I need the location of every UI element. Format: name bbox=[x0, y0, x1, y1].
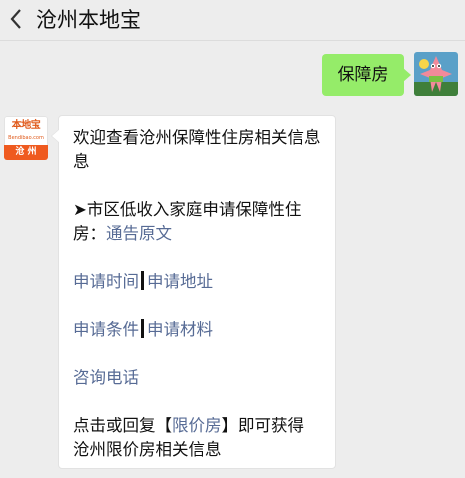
apply-address-link[interactable]: 申请地址 bbox=[147, 272, 213, 291]
avatar-url-text: Bendibao.com bbox=[8, 135, 44, 141]
chevron-left-icon bbox=[10, 9, 21, 29]
chat-title: 沧州本地宝 bbox=[36, 8, 141, 32]
bendibao-avatar[interactable]: 本地宝 Bendibao.com 沧 州 bbox=[4, 116, 48, 160]
welcome-text: 欢迎查看沧州保障性住房相关信息 bbox=[73, 128, 321, 147]
limited-price-housing-link[interactable]: 限价房 bbox=[172, 416, 222, 435]
divider bbox=[0, 40, 465, 41]
notice-line2: 房：通告原文 bbox=[73, 224, 172, 243]
apply-materials-link[interactable]: 申请材料 bbox=[147, 320, 213, 339]
avatar-city-band: 沧 州 bbox=[4, 145, 48, 160]
avatar-brand-text: 本地宝 bbox=[11, 120, 41, 131]
links-row-2: 申请条件 申请材料 bbox=[73, 318, 213, 342]
notice-link[interactable]: 通告原文 bbox=[106, 224, 172, 243]
footer-line-1: 点击或回复【限价房】即可获得 bbox=[73, 416, 304, 435]
back-button[interactable] bbox=[6, 4, 26, 34]
apply-conditions-link[interactable]: 申请条件 bbox=[73, 320, 139, 339]
phone-row: 咨询电话 bbox=[73, 366, 139, 390]
patrick-avatar-image bbox=[414, 52, 458, 96]
notice-text: ➤市区低收入家庭申请保障性住 bbox=[73, 200, 302, 219]
links-row-1: 申请时间 申请地址 bbox=[73, 270, 213, 294]
incoming-message-bubble: 欢迎查看沧州保障性住房相关信息 息 ➤市区低收入家庭申请保障性住 房：通告原文 … bbox=[51, 115, 336, 469]
apply-time-link[interactable]: 申请时间 bbox=[73, 272, 139, 291]
top-bar: 沧州本地宝 bbox=[0, 0, 465, 40]
footer-line-2: 沧州限价房相关信息 bbox=[73, 440, 222, 459]
separator-bar bbox=[141, 271, 144, 290]
user-avatar[interactable] bbox=[414, 52, 458, 96]
outgoing-message-bubble[interactable]: 保障房 bbox=[322, 54, 411, 96]
welcome-text-line2: 息 bbox=[73, 152, 90, 171]
separator-bar bbox=[141, 319, 144, 338]
consult-phone-link[interactable]: 咨询电话 bbox=[73, 368, 139, 387]
